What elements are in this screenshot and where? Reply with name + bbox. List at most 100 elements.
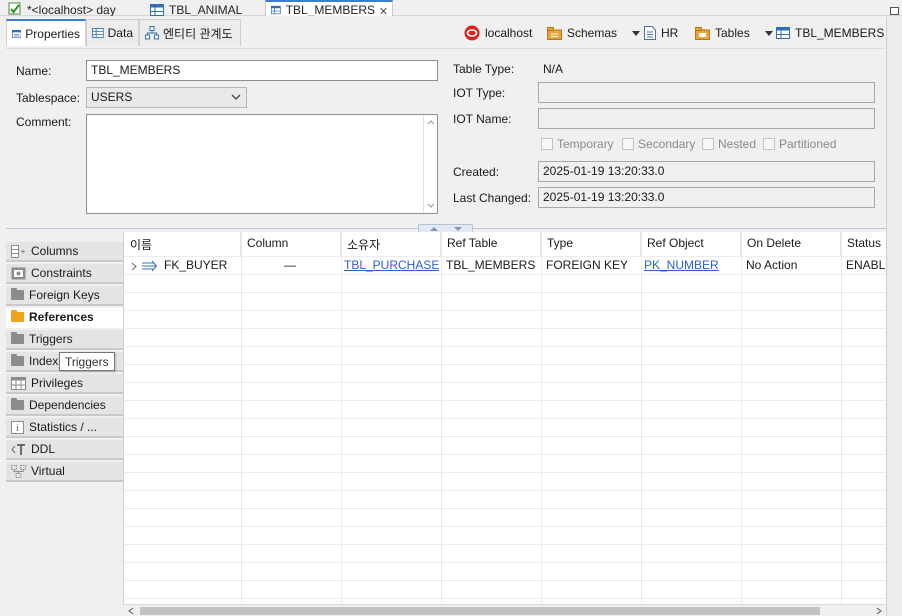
tab-properties-label: Properties bbox=[25, 26, 80, 41]
grid-row-line bbox=[124, 580, 886, 581]
comment-textarea[interactable] bbox=[86, 114, 438, 214]
nav-item-label: DDL bbox=[31, 442, 56, 456]
nav-item-statistics[interactable]: i Statistics / ... bbox=[6, 418, 123, 438]
editor-tab-tbl-members[interactable]: TBL_MEMBERS bbox=[265, 0, 393, 16]
breadcrumb-tables[interactable]: Tables bbox=[695, 24, 773, 42]
nav-item-columns[interactable]: Columns bbox=[6, 242, 123, 262]
data-grid-icon bbox=[92, 28, 104, 38]
nav-item-label: Constraints bbox=[31, 266, 92, 280]
editor-tab-bar: *<localhost> day TBL_ANIMAL TBL_MEMBERS bbox=[0, 0, 902, 16]
cell-ref-object-link[interactable]: PK_NUMBER bbox=[644, 258, 719, 272]
created-field[interactable]: 2025-01-19 13:20:33.0 bbox=[538, 161, 875, 182]
editor-tab-tbl-animal[interactable]: TBL_ANIMAL bbox=[150, 0, 250, 16]
minimize-button[interactable] bbox=[890, 7, 899, 15]
expand-chevron-icon[interactable] bbox=[131, 262, 137, 271]
nav-item-triggers[interactable]: Triggers bbox=[6, 330, 123, 350]
grid-row-line bbox=[124, 490, 886, 491]
grid-row-line bbox=[124, 472, 886, 473]
sub-tab-bar: Properties Data 엔티티 관계도 localhost Schema… bbox=[0, 17, 886, 48]
nav-item-privileges[interactable]: Privileges bbox=[6, 374, 123, 394]
tab-properties[interactable]: Properties bbox=[6, 19, 86, 46]
folder-icon bbox=[11, 354, 24, 366]
last-changed-field[interactable]: 2025-01-19 13:20:33.0 bbox=[538, 187, 875, 208]
tab-data[interactable]: Data bbox=[86, 19, 139, 46]
close-icon[interactable] bbox=[380, 6, 387, 16]
tab-er-diagram[interactable]: 엔티티 관계도 bbox=[139, 19, 241, 46]
secondary-checkbox[interactable]: Secondary bbox=[622, 137, 695, 151]
iot-name-field[interactable] bbox=[538, 108, 875, 129]
grid-row-line bbox=[124, 508, 886, 509]
cell-status: ENABLED bbox=[846, 258, 886, 272]
comment-scrollbar[interactable] bbox=[423, 115, 437, 213]
editor-tab-localhost-day[interactable]: *<localhost> day bbox=[8, 0, 138, 16]
cell-column: — bbox=[284, 258, 296, 272]
checkbox-box bbox=[763, 138, 775, 150]
comment-label: Comment: bbox=[16, 115, 72, 129]
breadcrumb-schema[interactable]: HR bbox=[644, 24, 678, 42]
temporary-checkbox[interactable]: Temporary bbox=[541, 137, 614, 151]
nav-item-references[interactable]: References bbox=[6, 308, 123, 328]
breadcrumb-connection[interactable]: localhost bbox=[464, 24, 532, 42]
folder-icon bbox=[11, 310, 24, 322]
chevron-down-icon[interactable] bbox=[764, 30, 773, 36]
cell-owner-link[interactable]: TBL_PURCHASE bbox=[344, 258, 439, 272]
foreign-key-icon bbox=[142, 260, 158, 272]
oracle-connection-icon bbox=[464, 25, 480, 41]
folder-icon bbox=[11, 288, 24, 300]
schema-icon bbox=[644, 26, 656, 40]
iot-name-label: IOT Name: bbox=[453, 112, 512, 126]
right-edge-panel bbox=[886, 7, 902, 616]
breadcrumb-connection-label: localhost bbox=[485, 26, 533, 40]
column-header-on-delete[interactable]: On Delete bbox=[741, 232, 841, 256]
column-header-type[interactable]: Type bbox=[541, 232, 641, 256]
tablespace-select[interactable]: USERS bbox=[86, 87, 247, 108]
scrollbar-thumb[interactable] bbox=[140, 607, 820, 615]
column-header-ref-table[interactable]: Ref Table bbox=[441, 232, 541, 256]
checkbox-label: Secondary bbox=[638, 137, 696, 151]
folder-icon bbox=[11, 332, 24, 344]
table-properties-form: Name: TBL_MEMBERS Tablespace: USERS Comm… bbox=[6, 48, 886, 228]
grid-row-line bbox=[124, 526, 886, 527]
breadcrumb-schemas[interactable]: Schemas bbox=[547, 24, 641, 42]
folder-icon bbox=[11, 398, 24, 410]
nav-item-foreign-keys[interactable]: Foreign Keys bbox=[6, 286, 123, 306]
nav-item-constraints[interactable]: Constraints bbox=[6, 264, 123, 284]
name-input[interactable]: TBL_MEMBERS bbox=[86, 60, 438, 81]
breadcrumb-table[interactable]: TBL_MEMBERS bbox=[776, 24, 884, 42]
column-header-name[interactable]: 이름 bbox=[124, 232, 241, 256]
horizontal-scrollbar[interactable] bbox=[123, 604, 886, 616]
column-header-ref-object[interactable]: Ref Object bbox=[641, 232, 741, 256]
grid-row-line bbox=[124, 436, 886, 437]
grid-row-line bbox=[124, 328, 886, 329]
column-header-column[interactable]: Column bbox=[241, 232, 341, 256]
checkbox-label: Temporary bbox=[557, 137, 614, 151]
column-header-owner[interactable]: 소유자 bbox=[341, 232, 441, 256]
breadcrumb-table-label: TBL_MEMBERS bbox=[795, 26, 885, 40]
nav-item-label: References bbox=[29, 310, 94, 324]
scroll-right-icon[interactable] bbox=[876, 607, 882, 615]
editor-tab-label: TBL_ANIMAL bbox=[169, 3, 243, 16]
cell-ref-table: TBL_MEMBERS bbox=[446, 258, 536, 272]
nav-item-label: Triggers bbox=[29, 332, 73, 346]
iot-type-field[interactable] bbox=[538, 82, 875, 103]
nav-item-ddl[interactable]: DDL bbox=[6, 440, 123, 460]
breadcrumb-schema-label: HR bbox=[661, 26, 679, 40]
scroll-left-icon[interactable] bbox=[128, 607, 134, 615]
column-header-status[interactable]: Status bbox=[841, 232, 886, 256]
references-table: 이름 Column 소유자 Ref Table Type Ref Object … bbox=[123, 232, 886, 604]
partitioned-checkbox[interactable]: Partitioned bbox=[763, 137, 836, 151]
grid-row-line bbox=[124, 418, 886, 419]
grid-row-line bbox=[124, 562, 886, 563]
tooltip: Triggers bbox=[59, 352, 115, 371]
chevron-down-icon[interactable] bbox=[632, 30, 641, 36]
cell-name: FK_BUYER bbox=[164, 258, 228, 272]
table-icon bbox=[150, 4, 164, 16]
nav-item-label: Virtual bbox=[31, 464, 65, 478]
chevron-down-icon bbox=[231, 94, 241, 100]
nav-item-virtual[interactable]: Virtual bbox=[6, 462, 123, 482]
virtual-icon bbox=[11, 464, 26, 478]
grid-row-line bbox=[124, 382, 886, 383]
nav-item-dependencies[interactable]: Dependencies bbox=[6, 396, 123, 416]
nested-checkbox[interactable]: Nested bbox=[702, 137, 756, 151]
er-diagram-icon bbox=[145, 26, 159, 40]
